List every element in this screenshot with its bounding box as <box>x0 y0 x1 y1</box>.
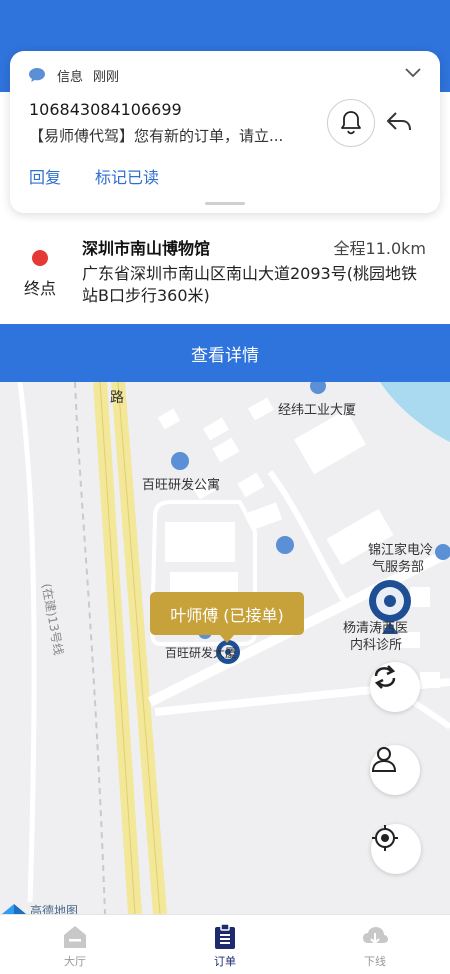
map-attribution: 高德地图 <box>0 902 78 914</box>
trip-distance: 全程11.0km <box>333 239 426 258</box>
mark-read-action[interactable]: 标记已读 <box>95 164 159 188</box>
map-label-clinic2: 内科诊所 <box>350 638 403 653</box>
locate-icon <box>372 825 398 851</box>
map-label-bldg3b: 气服务部 <box>372 560 425 575</box>
person-icon <box>371 747 397 772</box>
map-road-label: 路 <box>110 390 124 406</box>
bell-icon <box>341 111 361 135</box>
notification-sender: 106843084106699 <box>29 100 182 119</box>
map-label-bldg1: 经纬工业大厦 <box>278 403 357 418</box>
chevron-down-icon[interactable] <box>404 66 422 80</box>
order-icon <box>215 923 235 949</box>
tab-hall[interactable]: 大厅 <box>0 915 150 974</box>
tab-orders[interactable]: 订单 <box>150 915 300 974</box>
view-details-button[interactable]: 查看详情 <box>0 324 450 382</box>
profile-button[interactable] <box>370 745 420 795</box>
notification-header: 信息 刚刚 <box>28 65 119 85</box>
destination-name: 深圳市南山博物馆 <box>82 239 211 258</box>
tab-hall-label: 大厅 <box>64 955 86 968</box>
destination-panel: 终点 深圳市南山博物馆 全程11.0km 广东省深圳市南山区南山大道2093号(… <box>0 222 450 324</box>
map-label-bldg4: 百旺研发大厦 <box>165 646 238 660</box>
tab-offline[interactable]: 下线 <box>300 915 450 974</box>
notification-app-name: 信息 <box>57 69 84 85</box>
notification-time: 刚刚 <box>93 69 120 85</box>
reply-action[interactable]: 回复 <box>29 164 61 188</box>
bottom-tab-bar: 大厅 订单 下线 <box>0 914 450 974</box>
amap-logo-icon <box>2 904 26 914</box>
destination-address: 广东省深圳市南山区南山大道2093号(桃园地铁站B口步行360米) <box>82 264 417 305</box>
tab-offline-label: 下线 <box>364 955 386 968</box>
destination-dot <box>32 250 48 266</box>
map-view[interactable]: 路 经纬工业大厦 百旺研发公寓 锦江家电冷 气服务部 杨清涛西医 内科诊所 百旺… <box>0 382 450 914</box>
reply-icon[interactable] <box>385 109 413 135</box>
message-bubble-icon <box>29 68 45 82</box>
tab-orders-label: 订单 <box>214 955 236 968</box>
notification-message: 【易师傅代驾】您有新的订单，请立... <box>29 127 284 145</box>
offline-icon <box>363 927 388 945</box>
hall-icon <box>64 926 86 948</box>
bell-button[interactable] <box>327 99 375 147</box>
map-label-bldg2: 百旺研发公寓 <box>142 478 221 493</box>
switch-button[interactable] <box>370 662 420 712</box>
switch-icon <box>374 665 396 689</box>
destination-label: 终点 <box>24 279 57 298</box>
drag-handle[interactable] <box>205 202 245 205</box>
locate-button[interactable] <box>371 824 421 874</box>
driver-status-tag[interactable]: 叶师傅 (已接单) <box>150 592 304 643</box>
notification-card[interactable]: 信息 刚刚 106843084106699 【易师傅代驾】您有新的订单，请立..… <box>10 51 440 213</box>
